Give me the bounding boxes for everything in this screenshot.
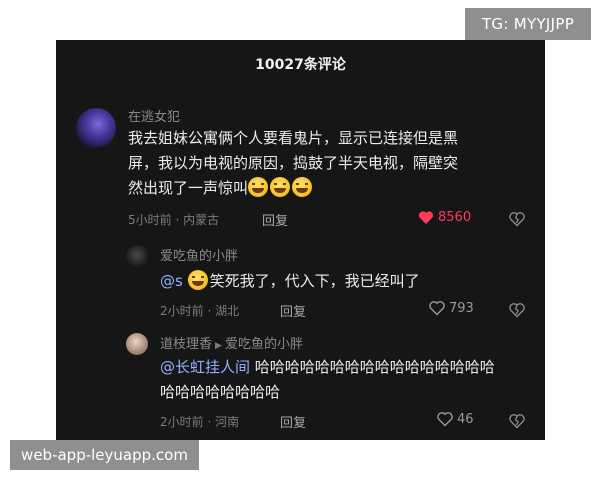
laughing-tears-emoji-icon bbox=[248, 177, 269, 197]
watermark-top: TG: MYYJJPP bbox=[465, 8, 591, 40]
like-button[interactable]: 46 bbox=[437, 412, 474, 427]
mention-link[interactable]: @s bbox=[160, 272, 183, 290]
watermark-bottom: web-app-leyuapp.com bbox=[10, 440, 199, 470]
reply-to-username[interactable]: 爱吃鱼的小胖 bbox=[225, 337, 303, 352]
like-button[interactable]: 793 bbox=[429, 301, 474, 316]
like-count: 46 bbox=[457, 412, 474, 427]
reply-button[interactable]: 回复 bbox=[280, 301, 306, 320]
comment-text-line: 屏，我以为电视的原因，捣鼓了半天电视，隔壁突 bbox=[128, 154, 459, 172]
reply-text-content: 哈哈哈哈哈哈哈哈哈哈哈哈哈哈哈哈 bbox=[254, 358, 495, 376]
comments-count-title: 10027条评论 bbox=[255, 57, 346, 73]
reply-text[interactable]: @长虹挂人间 哈哈哈哈哈哈哈哈哈哈哈哈哈哈哈哈 哈哈哈哈哈哈哈哈 bbox=[160, 355, 540, 405]
broken-heart-icon[interactable] bbox=[509, 211, 525, 227]
avatar[interactable] bbox=[126, 333, 148, 355]
comment-text-line: 我去姐妹公寓俩个人要看鬼片，显示已连接但是黑 bbox=[128, 129, 459, 147]
reply-username[interactable]: 爱吃鱼的小胖 bbox=[160, 245, 238, 264]
comment-text-line-3: 然出现了一声惊叫 bbox=[128, 176, 538, 201]
reply-text-line-1: @长虹挂人间 哈哈哈哈哈哈哈哈哈哈哈哈哈哈哈哈 bbox=[160, 355, 540, 380]
screenshot-root: TG: MYYJJPP 10027条评论 在逃女犯 我去姐妹公寓俩个人要看鬼片，… bbox=[0, 0, 600, 480]
reply-button[interactable]: 回复 bbox=[280, 412, 306, 431]
heart-filled-icon bbox=[418, 211, 434, 224]
comment-meta: 5小时前 · 内蒙古 bbox=[128, 213, 220, 227]
comment-username[interactable]: 在逃女犯 bbox=[128, 106, 180, 125]
like-button[interactable]: 8560 bbox=[418, 210, 471, 225]
reply-meta: 2小时前 · 河南 bbox=[160, 415, 240, 429]
laughing-tears-emoji-icon bbox=[187, 270, 208, 290]
laughing-tears-emoji-icon bbox=[292, 177, 313, 197]
comment-text-line: 然出现了一声惊叫 bbox=[128, 179, 249, 197]
like-count: 8560 bbox=[438, 210, 472, 225]
heart-outline-icon bbox=[437, 412, 453, 427]
reply-text-content: 笑死我了，代入下，我已经叫了 bbox=[209, 272, 420, 290]
like-count: 793 bbox=[449, 301, 474, 316]
laughing-tears-emoji-icon bbox=[270, 177, 291, 197]
reply-text[interactable]: @s 笑死我了，代入下，我已经叫了 bbox=[160, 269, 540, 294]
comment-text[interactable]: 我去姐妹公寓俩个人要看鬼片，显示已连接但是黑 屏，我以为电视的原因，捣鼓了半天电… bbox=[128, 126, 538, 201]
mention-link[interactable]: @长虹挂人间 bbox=[160, 358, 250, 376]
reply-header: 道枝理香 ▶ 爱吃鱼的小胖 bbox=[160, 333, 303, 352]
reply-meta: 2小时前 · 湖北 bbox=[160, 304, 240, 318]
avatar[interactable] bbox=[76, 108, 116, 148]
reply-button[interactable]: 回复 bbox=[262, 210, 288, 229]
broken-heart-icon[interactable] bbox=[509, 413, 525, 429]
broken-heart-icon[interactable] bbox=[509, 302, 525, 318]
comments-panel: 10027条评论 在逃女犯 我去姐妹公寓俩个人要看鬼片，显示已连接但是黑 屏，我… bbox=[56, 40, 545, 440]
reply-text-content: 哈哈哈哈哈哈哈哈 bbox=[160, 383, 281, 401]
heart-outline-icon bbox=[429, 301, 445, 316]
triangle-right-icon: ▶ bbox=[215, 341, 222, 351]
avatar[interactable] bbox=[126, 245, 148, 267]
reply-username[interactable]: 道枝理香 bbox=[160, 337, 212, 352]
